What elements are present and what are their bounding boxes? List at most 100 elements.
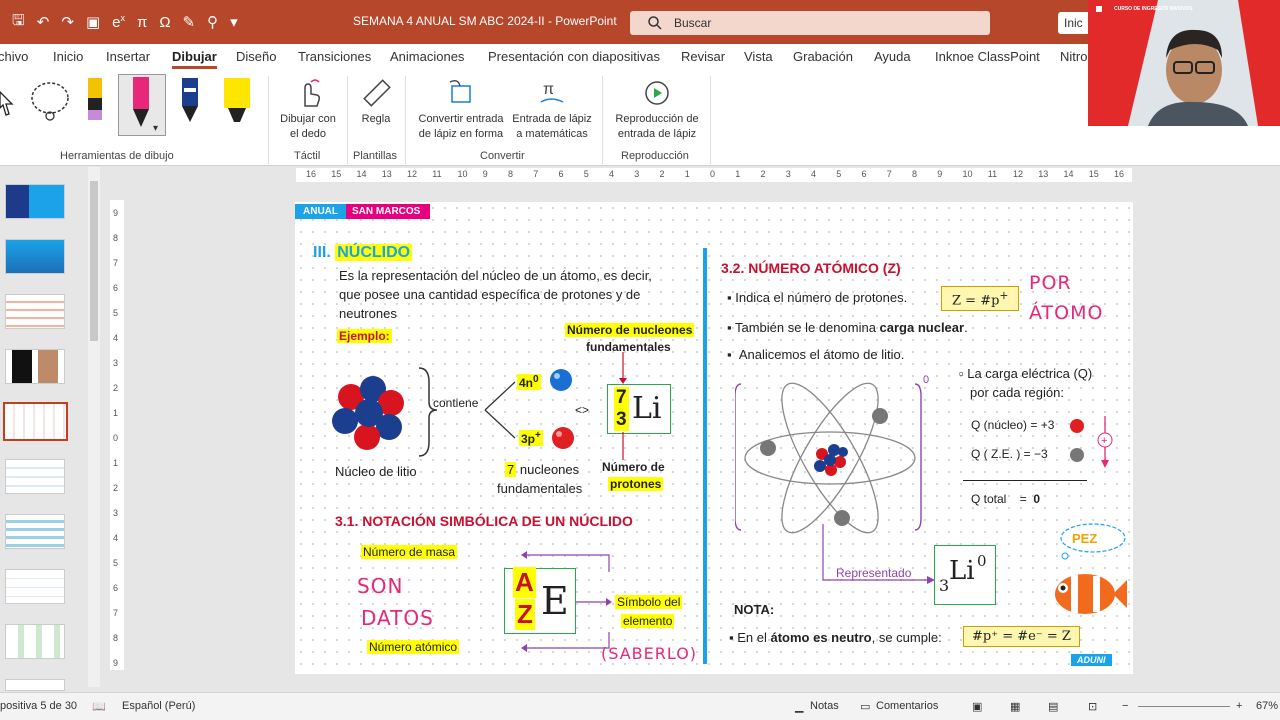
thumbnail-slide-10[interactable] (5, 679, 65, 691)
thumbnail-slide-8[interactable] (5, 569, 65, 604)
scrollbar-thumb[interactable] (90, 181, 98, 341)
select-pointer-icon[interactable] (0, 88, 14, 118)
zoom-level[interactable]: 67% (1256, 700, 1278, 712)
pen-icon[interactable]: ✎ (183, 13, 196, 31)
ink-to-shape-icon (449, 80, 471, 103)
ink-to-math-button[interactable]: π Entrada de lápiz a matemáticas (508, 78, 596, 142)
tab-design[interactable]: Diseño (236, 49, 276, 64)
zoom-slider[interactable] (1138, 706, 1230, 707)
ink-to-shape-button[interactable]: Convertir entrada de lápiz en forma (412, 78, 510, 142)
handwritten-saberlo: (SABERLO) (601, 644, 698, 663)
thumbnail-slide-3[interactable] (5, 294, 65, 329)
tab-recording[interactable]: Grabación (793, 49, 853, 64)
separator (405, 76, 406, 164)
pi-icon[interactable]: π (137, 14, 147, 31)
zoom-out-icon[interactable]: − (1122, 700, 1128, 712)
thumbnail-slide-5[interactable] (3, 402, 68, 441)
li-symbol: Li (632, 391, 662, 426)
ink-to-math-icon: π (540, 81, 564, 103)
tag-anual: ANUAL (295, 204, 346, 219)
thumbnail-slide-2[interactable] (5, 239, 65, 274)
shapes-icon[interactable]: ⚲ (207, 13, 218, 31)
ruler-tick-label: 11 (987, 169, 998, 179)
slide-canvas[interactable]: ANUAL SAN MARCOS III. NÚCLIDO Es la repr… (295, 202, 1133, 674)
comments-icon: ▭ (860, 701, 871, 713)
search-icon (648, 16, 662, 30)
ink-replay-label-2: entrada de lápiz (617, 128, 697, 140)
ruler-tick-label: 9 (937, 169, 943, 179)
search-input[interactable]: Buscar (630, 11, 990, 35)
notes-button[interactable]: Notas (810, 700, 839, 712)
thumbnail-slide-4[interactable] (5, 349, 65, 384)
autosave-icon[interactable]: 🖫 (12, 10, 25, 35)
tab-transitions[interactable]: Transiciones (298, 49, 371, 64)
ruler-tick-label: 1 (113, 458, 119, 468)
thumbnail-scrollbar[interactable] (88, 167, 100, 687)
slideshow-view-icon[interactable]: ⊡ (1088, 700, 1097, 713)
pen-selected[interactable]: ▾ (118, 74, 166, 136)
draw-with-finger-button[interactable]: Dibujar con el dedo (276, 78, 340, 142)
thumbnail-slide-1[interactable] (5, 184, 65, 219)
search-placeholder: Buscar (674, 16, 712, 30)
q-nucleus: Q (núcleo) = +3 (971, 418, 1055, 432)
notes-icon: ▁ (795, 701, 804, 713)
tab-view[interactable]: Vista (744, 49, 773, 64)
ink-math-label-2: a matemáticas (516, 128, 588, 140)
tab-review[interactable]: Revisar (681, 49, 725, 64)
thumbnail-slide-7[interactable] (5, 514, 65, 549)
reading-view-icon[interactable]: ▤ (1048, 700, 1058, 713)
ruler-tick-label: 10 (962, 169, 973, 179)
tab-home[interactable]: Inicio (53, 49, 83, 64)
ruler-tick-label: 13 (381, 169, 392, 179)
sum-line (963, 480, 1087, 481)
symbol-arrow (576, 598, 612, 606)
normal-view-icon[interactable]: ▣ (972, 700, 982, 713)
omega-icon[interactable]: Ω (159, 14, 170, 31)
ruler-button[interactable]: Regla (354, 78, 398, 127)
nucleus-caption: Núcleo de litio (335, 464, 417, 479)
present-icon[interactable]: ▣ (86, 13, 100, 31)
undo-icon[interactable]: ↶ (37, 13, 50, 31)
tab-file[interactable]: chivo (0, 49, 28, 64)
tab-classpoint[interactable]: Inknoe ClassPoint (935, 49, 1040, 64)
contains-label: contiene (433, 396, 479, 410)
accessibility-icon[interactable]: 📖 (92, 700, 106, 713)
atomic-letter-z: Z (515, 599, 535, 630)
thumbnail-slide-9[interactable] (5, 624, 65, 659)
ink-replay-button[interactable]: Reproducción de entrada de lápiz (610, 78, 704, 142)
zoom-in-icon[interactable]: + (1236, 700, 1242, 712)
ink-replay-icon (645, 81, 669, 105)
ruler-tick-label: 3 (113, 358, 119, 368)
comments-button[interactable]: Comentarios (876, 700, 938, 712)
definition-line-2: que posee una cantidad específica de pro… (339, 287, 641, 302)
ruler-tick-label: 15 (331, 169, 342, 179)
sorter-view-icon[interactable]: ▦ (1010, 700, 1020, 713)
tab-animations[interactable]: Animaciones (390, 49, 464, 64)
neutrons-sup: 0 (533, 374, 539, 385)
tab-draw[interactable]: Dibujar (172, 49, 217, 69)
ruler-tick-label: 6 (113, 283, 119, 293)
tab-help[interactable]: Ayuda (874, 49, 911, 64)
highlighter-icon[interactable] (222, 76, 252, 126)
language-label[interactable]: Español (Perú) (122, 700, 195, 712)
tab-slideshow[interactable]: Presentación con diapositivas (488, 49, 660, 64)
ruler-tick-label: 5 (836, 169, 842, 179)
customize-qa-icon[interactable]: ▾ (230, 13, 238, 31)
pencil-icon[interactable] (84, 76, 106, 124)
ruler-tick-label: 4 (609, 169, 615, 179)
thumbnail-slide-6[interactable] (5, 459, 65, 494)
ruler-tick-label: 4 (113, 333, 119, 343)
lithium-nucleus-icon (332, 376, 404, 450)
bullet-2-c: . (964, 320, 968, 335)
ruler-tick-label: 16 (1114, 169, 1125, 179)
redo-icon[interactable]: ↷ (61, 13, 74, 31)
blue-pen-icon[interactable] (178, 76, 202, 126)
ruler-tick-label: 12 (1013, 169, 1024, 179)
lasso-icon[interactable] (28, 80, 72, 122)
equation-icon[interactable]: ex (112, 13, 125, 31)
tab-nitro[interactable]: Nitro (1060, 49, 1087, 64)
slide-counter: positiva 5 de 30 (0, 700, 78, 712)
tab-insert[interactable]: Insertar (106, 49, 150, 64)
ruler-tick-label: 5 (583, 169, 589, 179)
separator (602, 76, 603, 164)
